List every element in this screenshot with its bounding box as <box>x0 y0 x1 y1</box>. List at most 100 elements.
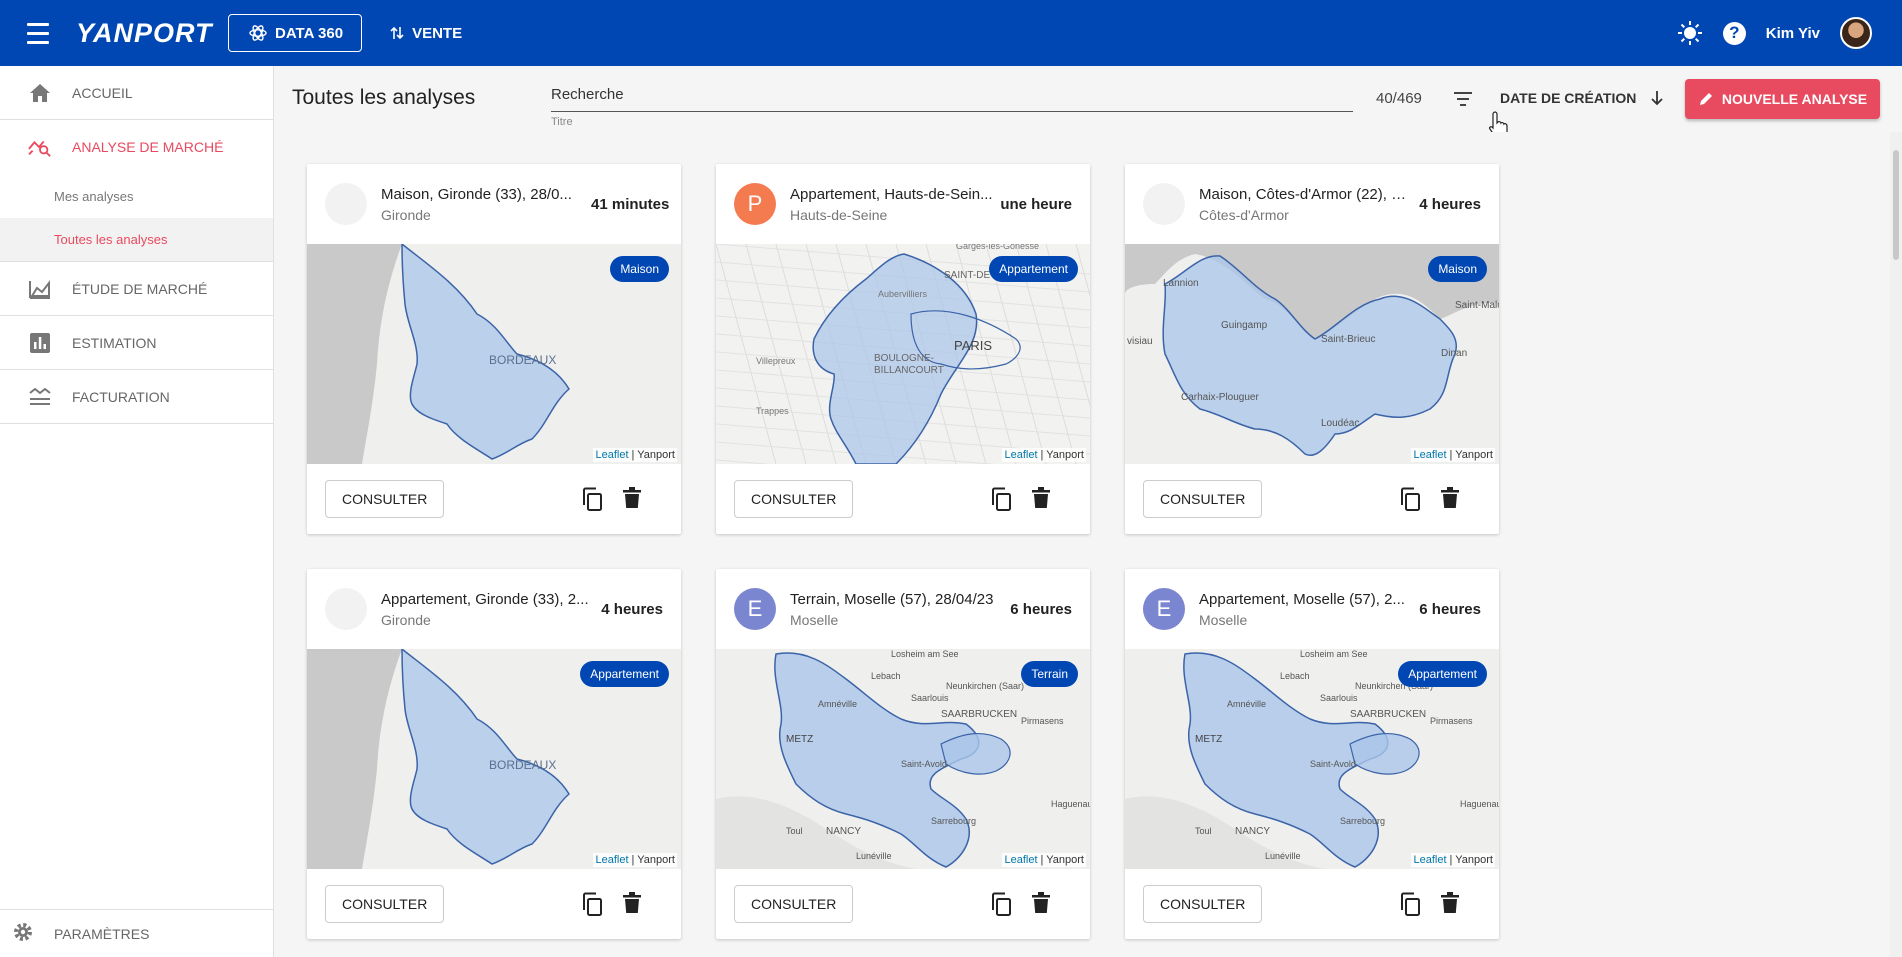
svg-text:PARIS: PARIS <box>954 338 992 353</box>
scrollbar[interactable] <box>1890 132 1902 957</box>
sidebar-item-label: ESTIMATION <box>72 334 157 351</box>
sort-button[interactable]: DATE DE CRÉATION <box>1500 90 1664 106</box>
trash-icon[interactable] <box>1441 892 1459 914</box>
bar-chart-icon <box>28 331 52 355</box>
trash-icon[interactable] <box>1032 892 1050 914</box>
card-map[interactable]: Lannion Guingamp Saint-Brieuc Dinan Carhaix-… <box>1125 244 1499 464</box>
user-avatar[interactable] <box>1840 17 1872 49</box>
card-map[interactable]: METZ SAARBRUCKEN NANCY Saint-Avold Sarrebour… <box>716 649 1090 869</box>
consult-button[interactable]: CONSULTER <box>1143 480 1263 518</box>
new-analysis-button[interactable]: NOUVELLE ANALYSE <box>1685 79 1880 119</box>
scrollbar-thumb[interactable] <box>1893 150 1899 260</box>
card-titles: Appartement, Gironde (33), 2... Gironde <box>381 591 591 628</box>
lightbulb-icon[interactable] <box>1677 20 1703 46</box>
card-title: Maison, Gironde (33), 28/0... <box>381 185 572 203</box>
svg-text:Amnéville: Amnéville <box>818 699 857 709</box>
analysis-card[interactable]: P Appartement, Hauts-de-Sein... Hauts-de-S… <box>716 164 1090 534</box>
card-header: E Appartement, Moselle (57), 2... Moselle 6… <box>1125 569 1499 649</box>
property-type-badge: Appartement <box>580 661 669 687</box>
copy-icon[interactable] <box>581 487 603 511</box>
leaflet-link[interactable]: Leaflet <box>595 449 628 461</box>
username[interactable]: Kim Yiv <box>1766 25 1820 42</box>
card-header: Appartement, Gironde (33), 2... Gironde 4 … <box>307 569 681 649</box>
consult-button[interactable]: CONSULTER <box>1143 885 1263 923</box>
property-type-badge: Maison <box>610 256 669 282</box>
card-map[interactable]: METZ SAARBRUCKEN NANCY Saint-Avold Sarrebour… <box>1125 649 1499 869</box>
copy-icon[interactable] <box>1399 892 1421 916</box>
card-map[interactable]: BORDEAUX Appartement Leaflet | Yanport <box>307 649 681 869</box>
consult-button[interactable]: CONSULTER <box>734 885 854 923</box>
search-input[interactable] <box>551 86 1353 112</box>
svg-text:NANCY: NANCY <box>1235 826 1270 837</box>
sidebar-item-label: ACCUEIL <box>72 84 133 101</box>
svg-text:NANCY: NANCY <box>826 826 861 837</box>
svg-text:BORDEAUX: BORDEAUX <box>489 758 556 772</box>
svg-text:Villepreux: Villepreux <box>756 356 796 366</box>
property-type-badge: Appartement <box>989 256 1078 282</box>
card-title: Appartement, Hauts-de-Sein... <box>790 185 993 203</box>
sidebar-item-parametres[interactable]: PARAMÈTRES <box>0 909 274 957</box>
swap-vertical-icon <box>390 26 404 40</box>
consult-button[interactable]: CONSULTER <box>325 885 445 923</box>
card-header: Maison, Gironde (33), 28/0... Gironde 41 m… <box>307 164 681 244</box>
copy-icon[interactable] <box>581 892 603 916</box>
leaflet-link[interactable]: Leaflet <box>1413 854 1446 866</box>
leaflet-link[interactable]: Leaflet <box>1004 854 1037 866</box>
sidebar-item-analyse-de-marche[interactable]: ANALYSE DE MARCHÉ <box>0 120 273 174</box>
top-bar: YANPORT DATA 360 VENTE ? Kim Yiv <box>0 0 1902 66</box>
leaflet-link[interactable]: Leaflet <box>1413 449 1446 461</box>
copy-icon[interactable] <box>990 487 1012 511</box>
card-map[interactable]: BORDEAUX Maison Leaflet | Yanport <box>307 244 681 464</box>
card-subtitle: Hauts-de-Seine <box>790 206 888 223</box>
svg-text:Sarrebourg: Sarrebourg <box>1340 816 1385 826</box>
svg-text:Dinan: Dinan <box>1441 348 1467 359</box>
sidebar-item-estimation[interactable]: ESTIMATION <box>0 316 273 370</box>
sidebar-subitem-label: Mes analyses <box>54 188 134 204</box>
data-360-button[interactable]: DATA 360 <box>228 14 363 52</box>
map-attribution: Leaflet | Yanport <box>1411 853 1495 867</box>
area-chart-icon <box>28 277 52 301</box>
sidebar-subitem-mes-analyses[interactable]: Mes analyses <box>0 174 273 218</box>
card-header: P Appartement, Hauts-de-Sein... Hauts-de-S… <box>716 164 1090 244</box>
card-map[interactable]: PARIS BOULOGNE- BILLANCOURT SAINT-DE Aubervi… <box>716 244 1090 464</box>
sidebar-item-facturation[interactable]: FACTURATION <box>0 370 273 424</box>
map-attribution: Leaflet | Yanport <box>1002 448 1086 462</box>
trash-icon[interactable] <box>623 487 641 509</box>
map-attribution: Leaflet | Yanport <box>593 448 677 462</box>
card-titles: Appartement, Moselle (57), 2... Moselle <box>1199 591 1409 628</box>
consult-button[interactable]: CONSULTER <box>325 480 445 518</box>
card-time: 6 heures <box>1419 600 1481 618</box>
menu-button[interactable] <box>0 0 76 66</box>
sidebar-subitem-label: Toutes les analyses <box>54 232 168 247</box>
analysis-card[interactable]: Maison, Gironde (33), 28/0... Gironde 41 m… <box>307 164 681 534</box>
analysis-card[interactable]: Appartement, Gironde (33), 2... Gironde 4 … <box>307 569 681 939</box>
analysis-card[interactable]: E Appartement, Moselle (57), 2... Moselle 6… <box>1125 569 1499 939</box>
trash-icon[interactable] <box>1441 487 1459 509</box>
analysis-card[interactable]: Maison, Côtes-d'Armor (22), 2... Côtes-d'… <box>1125 164 1499 534</box>
consult-button[interactable]: CONSULTER <box>734 480 854 518</box>
sort-label: DATE DE CRÉATION <box>1500 90 1637 106</box>
settings-label: PARAMÈTRES <box>54 925 150 942</box>
svg-text:Saarlouis: Saarlouis <box>911 693 949 703</box>
card-footer: CONSULTER <box>716 869 1090 939</box>
svg-text:SAINT-DE: SAINT-DE <box>944 270 990 281</box>
sidebar-subitem-toutes-les-analyses[interactable]: Toutes les analyses <box>0 218 273 262</box>
leaflet-link[interactable]: Leaflet <box>1004 449 1037 461</box>
app-logo[interactable]: YANPORT <box>76 18 228 49</box>
attribution-separator: | <box>1037 854 1047 866</box>
sidebar-item-accueil[interactable]: ACCUEIL <box>0 66 273 120</box>
svg-text:METZ: METZ <box>786 734 813 745</box>
new-analysis-label: NOUVELLE ANALYSE <box>1721 91 1868 107</box>
analysis-card[interactable]: E Terrain, Moselle (57), 28/04/23 Moselle 6… <box>716 569 1090 939</box>
svg-text:Trappes: Trappes <box>756 406 789 416</box>
copy-icon[interactable] <box>1399 487 1421 511</box>
filter-icon[interactable] <box>1450 86 1476 112</box>
trash-icon[interactable] <box>623 892 641 914</box>
help-icon[interactable]: ? <box>1722 21 1746 45</box>
svg-text:Garges-lès-Gonesse: Garges-lès-Gonesse <box>956 244 1039 251</box>
trash-icon[interactable] <box>1032 487 1050 509</box>
leaflet-link[interactable]: Leaflet <box>595 854 628 866</box>
copy-icon[interactable] <box>990 892 1012 916</box>
sidebar-item-etude-de-marche[interactable]: ÉTUDE DE MARCHÉ <box>0 262 273 316</box>
vente-button[interactable]: VENTE <box>390 25 462 42</box>
